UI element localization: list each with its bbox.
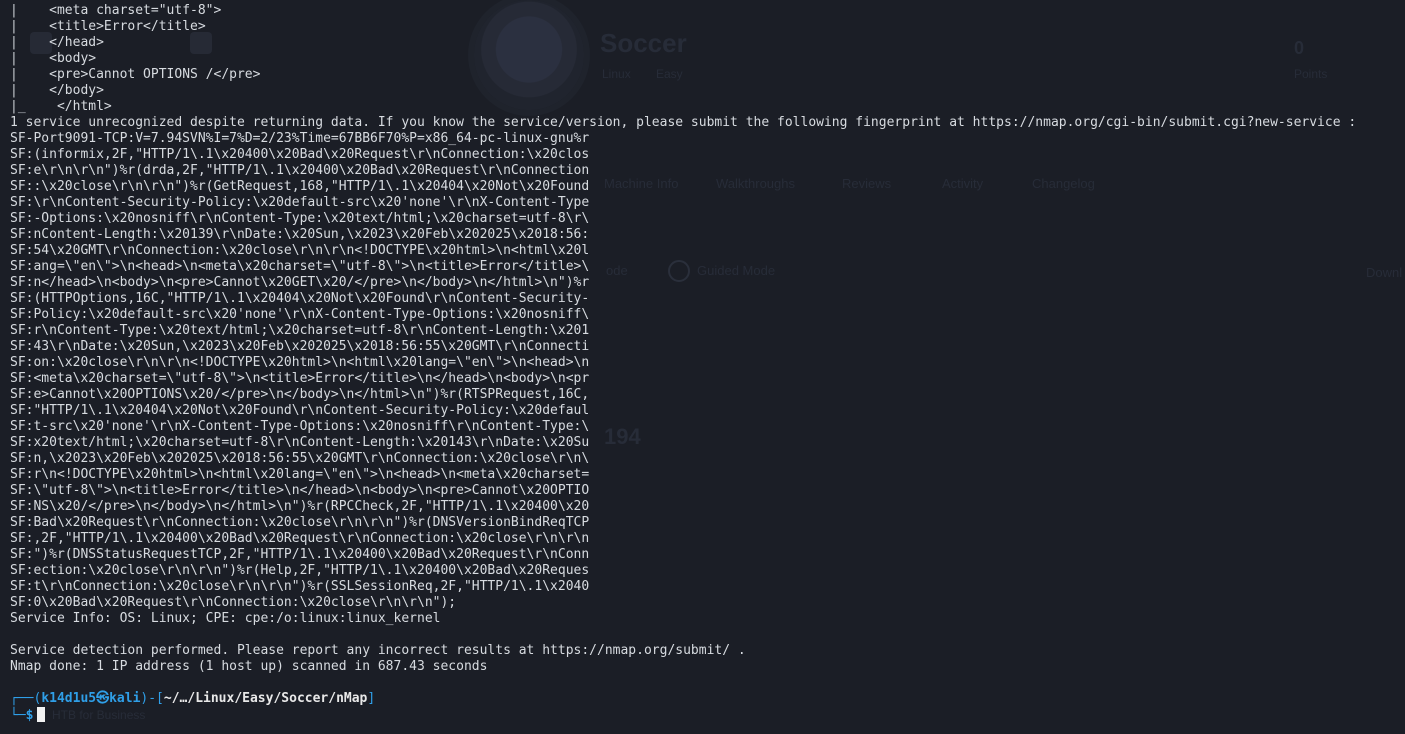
shell-prompt[interactable]: ┌──(k14d1u5㉿kali)-[~/…/Linux/Easy/Soccer… xyxy=(10,691,1356,723)
output-line: SF:")%r(DNSStatusRequestTCP,2F,"HTTP/1\.… xyxy=(10,547,590,562)
output-line: SF::\x20close\r\n\r\n")%r(GetRequest,168… xyxy=(10,179,590,194)
snippet-line: | </body> xyxy=(10,83,1356,99)
snippet-text: <body> xyxy=(17,51,97,66)
output-line: SF:e>Cannot\x20OPTIONS\x20/</pre>\n</bod… xyxy=(10,387,590,402)
output-line: SF:t-src\x20'none'\r\nX-Content-Type-Opt… xyxy=(10,419,590,434)
prompt-mid: )-[ xyxy=(140,691,164,706)
snippet-line: | </head> xyxy=(10,35,1356,51)
prompt-corner: └─ xyxy=(10,708,26,723)
output-line: SF:Policy:\x20default-src\x20'none'\r\nX… xyxy=(10,307,590,322)
output-line: SF:\r\nContent-Security-Policy:\x20defau… xyxy=(10,195,590,210)
output-line: SF:t\r\nConnection:\x20close\r\n\r\n")%r… xyxy=(10,579,590,594)
prompt-path: ~/…/Linux/Easy/Soccer/nMap xyxy=(163,691,368,706)
output-line: SF:0\x20Bad\x20Request\r\nConnection:\x2… xyxy=(10,595,457,610)
pipe-glyph: | xyxy=(10,35,18,50)
terminal-output: | <meta charset="utf-8"> | <title>Error</… xyxy=(0,0,1356,723)
prompt-symbol: $ xyxy=(25,708,34,723)
output-line: Service detection performed. Please repo… xyxy=(10,643,746,658)
pipe-glyph: | xyxy=(10,67,18,82)
prompt-close: ] xyxy=(367,691,376,706)
output-line: SF:,2F,"HTTP/1\.1\x20400\x20Bad\x20Reque… xyxy=(10,531,590,546)
output-line: SF:<meta\x20charset=\"utf-8\">\n<title>E… xyxy=(10,371,590,386)
snippet-line: |_ </html> xyxy=(10,99,1356,115)
output-line: SF:(informix,2F,"HTTP/1\.1\x20400\x20Bad… xyxy=(10,147,590,162)
prompt-line-1: ┌──(k14d1u5㉿kali)-[~/…/Linux/Easy/Soccer… xyxy=(10,691,1356,707)
output-line: Service Info: OS: Linux; CPE: cpe:/o:lin… xyxy=(10,611,441,626)
output-line: SF:54\x20GMT\r\nConnection:\x20close\r\n… xyxy=(10,243,590,258)
snippet-text: </html> xyxy=(25,99,112,114)
prompt-user-host: k14d1u5㉿kali xyxy=(41,691,141,706)
text-cursor[interactable] xyxy=(37,707,46,722)
output-line: SF:r\n<!DOCTYPE\x20html>\n<html\x20lang=… xyxy=(10,467,590,482)
output-line: SF:Bad\x20Request\r\nConnection:\x20clos… xyxy=(10,515,590,530)
pipe-glyph: |_ xyxy=(10,99,26,114)
output-line: SF:on:\x20close\r\n\r\n<!DOCTYPE\x20html… xyxy=(10,355,590,370)
snippet-text: </body> xyxy=(17,83,104,98)
output-line: SF:-Options:\x20nosniff\r\nContent-Type:… xyxy=(10,211,590,226)
snippet-line: | <title>Error</title> xyxy=(10,19,1356,35)
output-line: SF:x20text/html;\x20charset=utf-8\r\nCon… xyxy=(10,435,590,450)
pipe-glyph: | xyxy=(10,3,18,18)
output-line: SF:ection:\x20close\r\n\r\n")%r(Help,2F,… xyxy=(10,563,590,578)
output-line: Nmap done: 1 IP address (1 host up) scan… xyxy=(10,659,488,674)
snippet-text: </head> xyxy=(17,35,104,50)
output-line: SF:(HTTPOptions,16C,"HTTP/1\.1\x20404\x2… xyxy=(10,291,590,306)
snippet-text: <meta charset="utf-8"> xyxy=(17,3,222,18)
pipe-glyph: | xyxy=(10,19,18,34)
snippet-text: <pre>Cannot OPTIONS /</pre> xyxy=(17,67,261,82)
pipe-glyph: | xyxy=(10,83,18,98)
output-line: SF:r\nContent-Type:\x20text/html;\x20cha… xyxy=(10,323,590,338)
output-line: SF:ang=\"en\">\n<head>\n<meta\x20charset… xyxy=(10,259,590,274)
snippet-line: | <body> xyxy=(10,51,1356,67)
snippet-line: | <pre>Cannot OPTIONS /</pre> xyxy=(10,67,1356,83)
prompt-open: ┌──( xyxy=(10,691,42,706)
output-line: SF:nContent-Length:\x20139\r\nDate:\x20S… xyxy=(10,227,590,242)
output-line: SF:"HTTP/1\.1\x20404\x20Not\x20Found\r\n… xyxy=(10,403,590,418)
snippet-text: <title>Error</title> xyxy=(17,19,206,34)
prompt-line-2[interactable]: └─$ xyxy=(10,707,1356,723)
download-label: Downl xyxy=(1366,265,1403,280)
output-line: SF:NS\x20/</pre>\n</body>\n</html>\n")%r… xyxy=(10,499,590,514)
html-snippet: | <meta charset="utf-8"> | <title>Error</… xyxy=(10,3,1356,115)
output-line: SF:n,\x2023\x20Feb\x202025\x2018:56:55\x… xyxy=(10,451,590,466)
nmap-output: 1 service unrecognized despite returning… xyxy=(10,115,1356,675)
output-line: SF-Port9091-TCP:V=7.94SVN%I=7%D=2/23%Tim… xyxy=(10,131,590,146)
output-line: 1 service unrecognized despite returning… xyxy=(10,115,1357,130)
output-line: SF:43\r\nDate:\x20Sun,\x2023\x20Feb\x202… xyxy=(10,339,590,354)
output-line: SF:e\r\n\r\n")%r(drda,2F,"HTTP/1\.1\x204… xyxy=(10,163,590,178)
snippet-line: | <meta charset="utf-8"> xyxy=(10,3,1356,19)
output-line: SF:\"utf-8\">\n<title>Error</title>\n</h… xyxy=(10,483,590,498)
pipe-glyph: | xyxy=(10,51,18,66)
output-line: SF:n</head>\n<body>\n<pre>Cannot\x20GET\… xyxy=(10,275,590,290)
